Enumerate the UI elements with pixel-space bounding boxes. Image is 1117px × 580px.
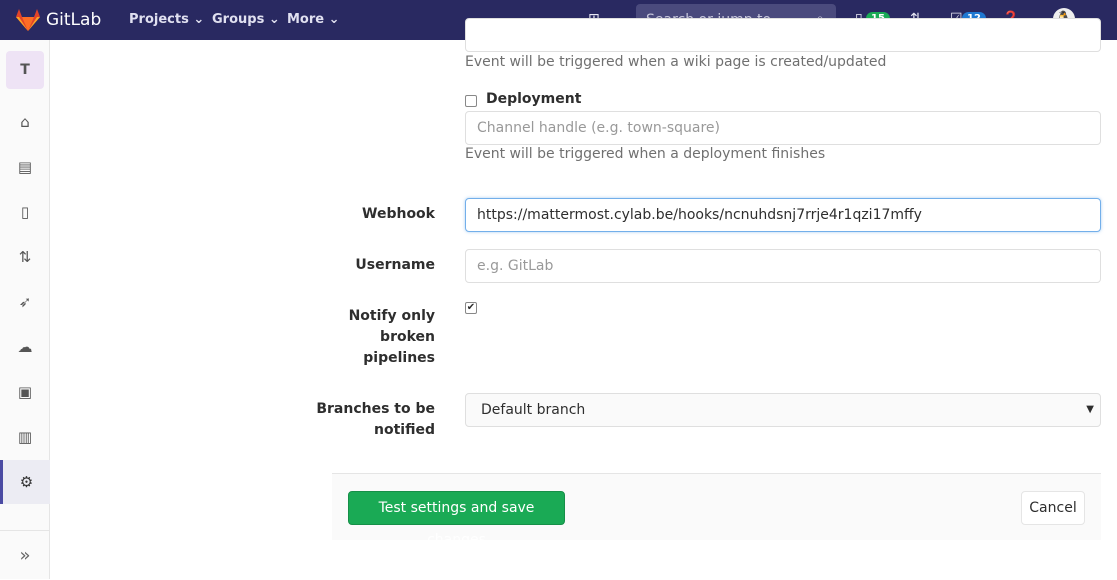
- deployment-channel-input[interactable]: Channel handle (e.g. town-square): [465, 111, 1101, 145]
- dropdown-caret-icon: ▼: [1086, 404, 1094, 415]
- project-sidebar: T ⌂ ▤ ▯ ⇅ ➶ ☁ ▣ ▥ ⚙ »: [0, 40, 50, 579]
- webhook-label: Webhook: [362, 206, 435, 222]
- notify-broken-pipelines-checkbox[interactable]: ✔: [465, 302, 477, 314]
- home-icon[interactable]: ⌂: [0, 100, 50, 144]
- form-actions: Test settings and save changes Cancel: [332, 473, 1101, 548]
- collapse-sidebar-icon[interactable]: »: [0, 530, 50, 579]
- repository-icon[interactable]: ▤: [0, 145, 50, 189]
- more-menu[interactable]: More ⌄: [287, 12, 340, 27]
- cloud-icon[interactable]: ☁: [0, 325, 50, 369]
- notify-broken-pipelines-label: Notify only broken pipelines: [348, 308, 435, 366]
- package-icon[interactable]: ▣: [0, 370, 50, 414]
- merge-requests-icon[interactable]: ⇅: [0, 235, 50, 279]
- brand-name[interactable]: GitLab: [46, 10, 101, 30]
- save-button[interactable]: Test settings and save changes: [348, 491, 565, 548]
- deployment-help-text: Event will be triggered when a deploymen…: [465, 146, 826, 162]
- branches-selected-value: Default branch: [481, 402, 586, 418]
- analytics-icon[interactable]: ▥: [0, 415, 50, 459]
- branches-select[interactable]: Default branch ▼: [465, 393, 1101, 427]
- username-label: Username: [355, 257, 435, 273]
- issues-icon[interactable]: ▯: [0, 190, 50, 234]
- deployment-label: Deployment: [486, 91, 582, 107]
- username-input[interactable]: e.g. GitLab: [465, 249, 1101, 283]
- deployment-checkbox[interactable]: [465, 95, 477, 107]
- groups-label: Groups: [212, 12, 265, 27]
- wiki-channel-input[interactable]: [465, 18, 1101, 52]
- projects-label: Projects: [129, 12, 189, 27]
- gitlab-logo-icon[interactable]: [15, 8, 41, 32]
- branches-label: Branches to be notified: [316, 401, 435, 438]
- wiki-help-text: Event will be triggered when a wiki page…: [465, 54, 887, 70]
- cancel-button[interactable]: Cancel: [1021, 491, 1085, 525]
- project-avatar[interactable]: T: [6, 51, 44, 89]
- rocket-icon[interactable]: ➶: [0, 280, 50, 324]
- projects-menu[interactable]: Projects ⌄: [129, 12, 204, 27]
- more-label: More: [287, 12, 325, 27]
- groups-menu[interactable]: Groups ⌄: [212, 12, 280, 27]
- webhook-input[interactable]: https://mattermost.cylab.be/hooks/ncnuhd…: [465, 198, 1101, 232]
- settings-gear-icon[interactable]: ⚙: [0, 460, 50, 504]
